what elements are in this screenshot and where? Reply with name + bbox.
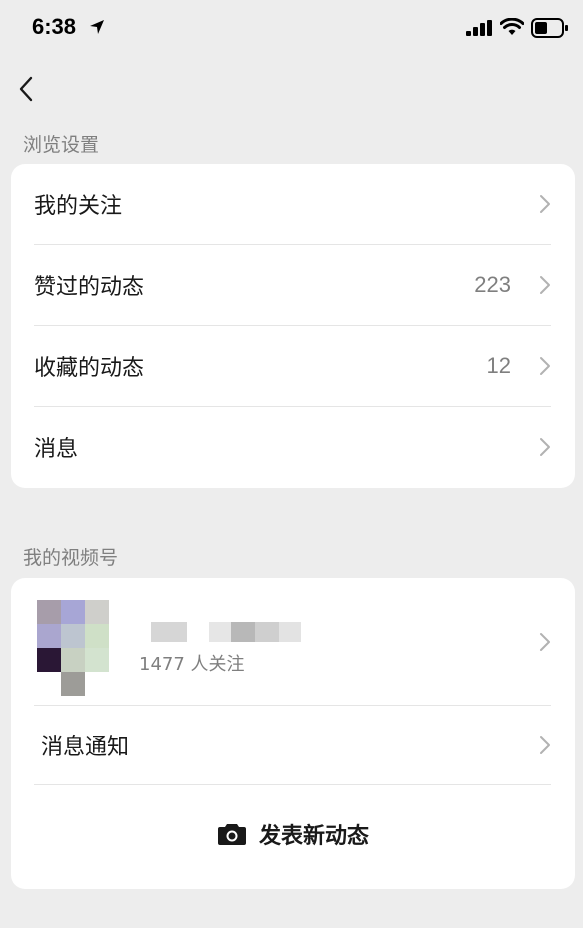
channel-name-blurred bbox=[131, 622, 301, 642]
avatar bbox=[37, 600, 109, 696]
camera-icon bbox=[217, 824, 246, 845]
channels-title: 我的视频号 bbox=[23, 547, 119, 569]
chevron-right-icon bbox=[540, 195, 550, 213]
liked-count: 223 bbox=[474, 272, 511, 297]
divider bbox=[34, 784, 551, 785]
wifi-icon bbox=[500, 18, 524, 35]
row-label: 我的关注 bbox=[34, 194, 123, 219]
chevron-right-icon bbox=[540, 357, 550, 375]
chevron-right-icon bbox=[540, 438, 550, 456]
favorited-count: 12 bbox=[486, 353, 511, 378]
chevron-right-icon bbox=[540, 736, 550, 754]
status-time: 6:38 bbox=[32, 14, 77, 39]
publish-new-post-button[interactable]: 发表新动态 bbox=[11, 818, 575, 850]
row-label: 赞过的动态 bbox=[34, 275, 145, 300]
battery-icon bbox=[531, 18, 568, 38]
status-bar: 6:38 bbox=[0, 0, 583, 56]
row-label: 消息 bbox=[34, 437, 79, 462]
row-label: 收藏的动态 bbox=[34, 356, 145, 381]
chevron-right-icon bbox=[540, 632, 550, 651]
row-liked-posts[interactable]: 赞过的动态 223 bbox=[11, 245, 575, 325]
row-messages[interactable]: 消息 bbox=[11, 407, 575, 487]
publish-label: 发表新动态 bbox=[258, 824, 369, 849]
channels-card: 1477 人关注 消息通知 发表新动态 bbox=[11, 578, 575, 889]
row-my-following[interactable]: 我的关注 bbox=[11, 164, 575, 244]
chevron-right-icon bbox=[540, 276, 550, 294]
location-arrow-icon bbox=[90, 20, 104, 34]
row-label: 消息通知 bbox=[41, 735, 130, 760]
cellular-signal-icon bbox=[466, 20, 492, 36]
back-chevron-icon[interactable] bbox=[13, 72, 43, 106]
browse-settings-title: 浏览设置 bbox=[23, 134, 100, 156]
follower-count: 1477 人关注 bbox=[139, 654, 245, 675]
browse-settings-card: 我的关注 赞过的动态 223 收藏的动态 12 消息 bbox=[11, 164, 575, 488]
channel-profile-row[interactable]: 1477 人关注 bbox=[11, 578, 575, 705]
row-favorited-posts[interactable]: 收藏的动态 12 bbox=[11, 326, 575, 406]
row-message-notify[interactable]: 消息通知 bbox=[11, 706, 575, 784]
